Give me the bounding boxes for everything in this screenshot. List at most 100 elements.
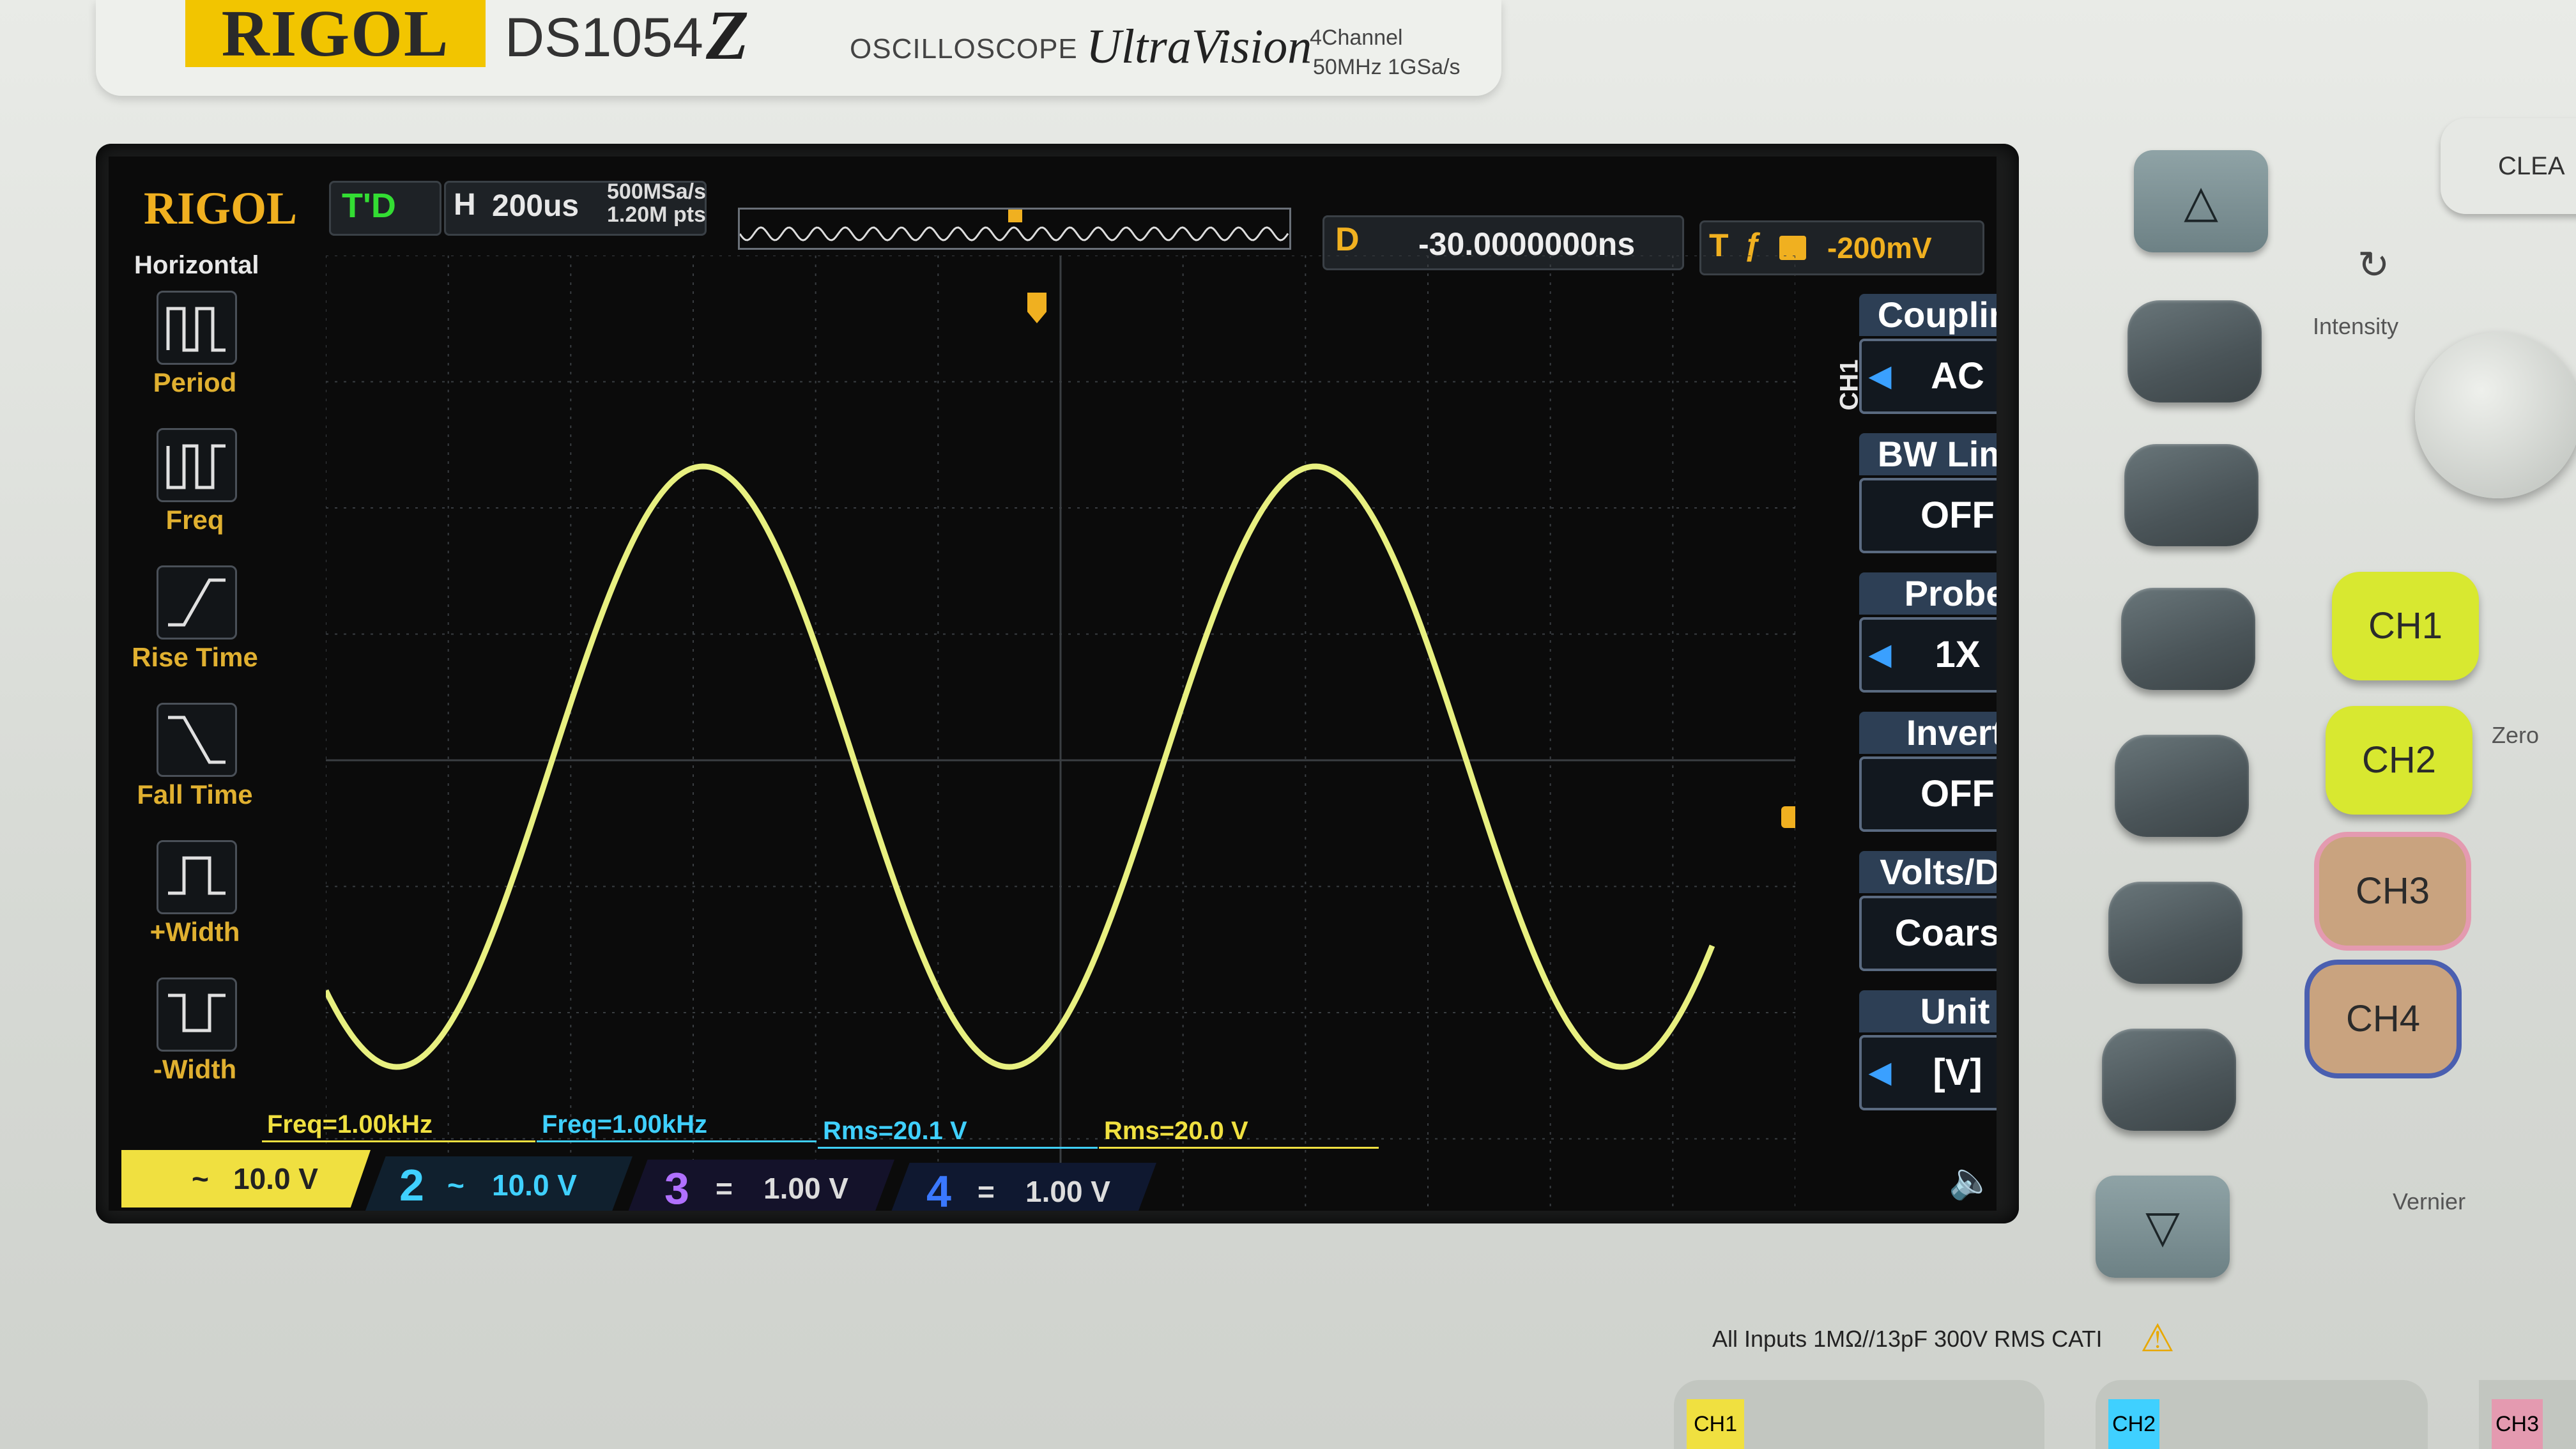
menu-voltsdiv-header: Volts/Div bbox=[1859, 851, 1997, 893]
period-icon bbox=[157, 291, 237, 365]
measure-label: Freq bbox=[165, 505, 224, 535]
channel-number: 3 bbox=[664, 1163, 689, 1211]
channel-scale: 1.00 V bbox=[1025, 1175, 1110, 1208]
memory-overview-wave bbox=[739, 208, 1289, 241]
menu-bwlimit-value[interactable]: OFF bbox=[1859, 478, 1997, 553]
mini-trigger-marker bbox=[1008, 208, 1022, 222]
softkey-2[interactable] bbox=[2124, 444, 2258, 546]
trigger-position-marker[interactable] bbox=[1027, 293, 1046, 323]
measure-freq[interactable]: Freq bbox=[128, 428, 256, 562]
selector-arrow-icon: ◀ bbox=[1869, 639, 1891, 670]
ch1-connector-label: CH1 bbox=[1687, 1399, 1744, 1449]
channel-number: 4 bbox=[926, 1167, 951, 1211]
coupling-icon: ~ bbox=[447, 1169, 464, 1202]
intensity-label: Intensity bbox=[2313, 313, 2399, 339]
zero-label: Zero bbox=[2492, 722, 2540, 748]
spec-channels: 4Channel bbox=[1310, 26, 1403, 50]
measure-label: Rise Time bbox=[132, 642, 258, 672]
unit-value-text: [V] bbox=[1933, 1052, 1982, 1093]
measure-label: Period bbox=[153, 367, 237, 397]
menu-coupling-header: Coupling bbox=[1859, 294, 1997, 336]
menu-bwlimit-header: BW Limit bbox=[1859, 433, 1997, 475]
spec-bandwidth: 50MHz 1GSa/s bbox=[1313, 55, 1460, 79]
measure-pos-width[interactable]: +Width bbox=[128, 840, 256, 974]
channel-1-tab[interactable]: ~ 10.0 V bbox=[121, 1150, 371, 1208]
measure-menu-title: Horizontal bbox=[134, 251, 259, 279]
menu-unit-value[interactable]: ◀ [V] bbox=[1859, 1035, 1997, 1110]
menu-down-button[interactable]: ▽ bbox=[2096, 1176, 2230, 1278]
menu-probe-value[interactable]: ◀ 1X bbox=[1859, 617, 1997, 693]
ch1-button[interactable]: CH1 bbox=[2332, 572, 2479, 680]
ch3-connector-label: CH3 bbox=[2492, 1399, 2543, 1449]
speaker-mute-icon[interactable]: 🔈 bbox=[1949, 1160, 1993, 1202]
measure-rise-time[interactable]: Rise Time bbox=[128, 565, 258, 700]
menu-up-button[interactable]: △ bbox=[2134, 150, 2268, 252]
series-logo: UltraVision bbox=[1086, 20, 1312, 73]
channel-2-tab[interactable]: 2 ~ 10.0 V bbox=[364, 1156, 632, 1211]
measure-neg-width[interactable]: -Width bbox=[128, 977, 256, 1112]
horizontal-label: H bbox=[454, 188, 476, 222]
device-type-label: OSCILLOSCOPE bbox=[850, 33, 1078, 65]
selector-arrow-icon: ◀ bbox=[1869, 1057, 1891, 1088]
probe-value-text: 1X bbox=[1935, 634, 1981, 675]
ch4-button[interactable]: CH4 bbox=[2310, 965, 2457, 1073]
softkey-4[interactable] bbox=[2115, 735, 2249, 837]
trigger-level-marker[interactable] bbox=[1781, 806, 1795, 828]
memory-overview bbox=[738, 208, 1291, 250]
pos-width-icon bbox=[157, 840, 237, 914]
clear-button[interactable]: CLEA bbox=[2441, 118, 2576, 214]
coupling-value-text: AC bbox=[1931, 355, 1984, 397]
measurement-result: Freq=1.00kHz bbox=[262, 1108, 535, 1142]
warning-icon: ⚠ bbox=[2140, 1317, 2175, 1360]
run-status: T'D bbox=[342, 187, 396, 225]
freq-icon bbox=[157, 428, 237, 502]
selector-arrow-icon: ◀ bbox=[1869, 360, 1891, 392]
menu-unit-header: Unit bbox=[1859, 990, 1997, 1032]
softkey-6[interactable] bbox=[2102, 1029, 2236, 1131]
measurement-result: Rms=20.1 V bbox=[818, 1115, 1098, 1149]
sample-rate: 500MSa/s bbox=[607, 180, 706, 204]
channel-4-tab[interactable]: 4 = 1.00 V bbox=[888, 1163, 1156, 1211]
inputs-rating-label: All Inputs 1MΩ//13pF 300V RMS CATI bbox=[1712, 1326, 2103, 1352]
ch2-button[interactable]: CH2 bbox=[2326, 706, 2472, 815]
coupling-icon: = bbox=[977, 1175, 995, 1208]
display-screen: RIGOL T'D H 200us 500MSa/s 1.20M pts D -… bbox=[109, 157, 1997, 1211]
measurement-result: Freq=1.00kHz bbox=[537, 1108, 816, 1142]
measure-label: -Width bbox=[153, 1054, 237, 1084]
softkey-1[interactable] bbox=[2128, 300, 2262, 402]
model-suffix: Z bbox=[706, 0, 749, 74]
menu-invert-header: Invert bbox=[1859, 712, 1997, 754]
timebase-value: 200us bbox=[492, 189, 579, 223]
rise-time-icon bbox=[157, 565, 237, 640]
measure-label: +Width bbox=[150, 917, 240, 947]
softkey-5[interactable] bbox=[2108, 882, 2242, 984]
model-number: DS1054 bbox=[505, 7, 703, 68]
vernier-label: Vernier bbox=[2393, 1188, 2466, 1215]
coupling-icon: ~ bbox=[192, 1162, 209, 1195]
ch3-connector-area: CH3 bbox=[2479, 1380, 2576, 1449]
menu-voltsdiv-value[interactable]: Coarse bbox=[1859, 896, 1997, 971]
screen-logo: RIGOL bbox=[144, 183, 298, 234]
grid-lines bbox=[326, 256, 1795, 1211]
softkey-3[interactable] bbox=[2121, 588, 2255, 690]
refresh-icon: ↻ bbox=[2358, 243, 2390, 286]
brand-logo: RIGOL bbox=[185, 0, 486, 67]
ch3-button[interactable]: CH3 bbox=[2319, 837, 2466, 946]
waveform-grid[interactable] bbox=[326, 256, 1795, 1211]
neg-width-icon bbox=[157, 977, 237, 1052]
channel-scale: 10.0 V bbox=[492, 1169, 577, 1202]
channel-1-trace bbox=[326, 463, 1715, 1070]
ch2-connector-area: CH2 bbox=[2096, 1380, 2428, 1449]
channel-3-tab[interactable]: 3 = 1.00 V bbox=[626, 1160, 894, 1211]
measure-period[interactable]: Period bbox=[128, 291, 256, 425]
intensity-knob[interactable] bbox=[2415, 332, 2576, 498]
measure-fall-time[interactable]: Fall Time bbox=[128, 703, 256, 837]
menu-invert-value[interactable]: OFF bbox=[1859, 756, 1997, 832]
menu-coupling-value[interactable]: ◀ AC bbox=[1859, 339, 1997, 414]
trigger-level: -200mV bbox=[1827, 231, 1932, 264]
channel-scale: 1.00 V bbox=[763, 1172, 848, 1205]
delay-label: D bbox=[1335, 221, 1360, 258]
measurement-result: Rms=20.0 V bbox=[1099, 1115, 1379, 1149]
memory-depth: 1.20M pts bbox=[607, 203, 706, 227]
channel-scale: 10.0 V bbox=[233, 1162, 318, 1195]
